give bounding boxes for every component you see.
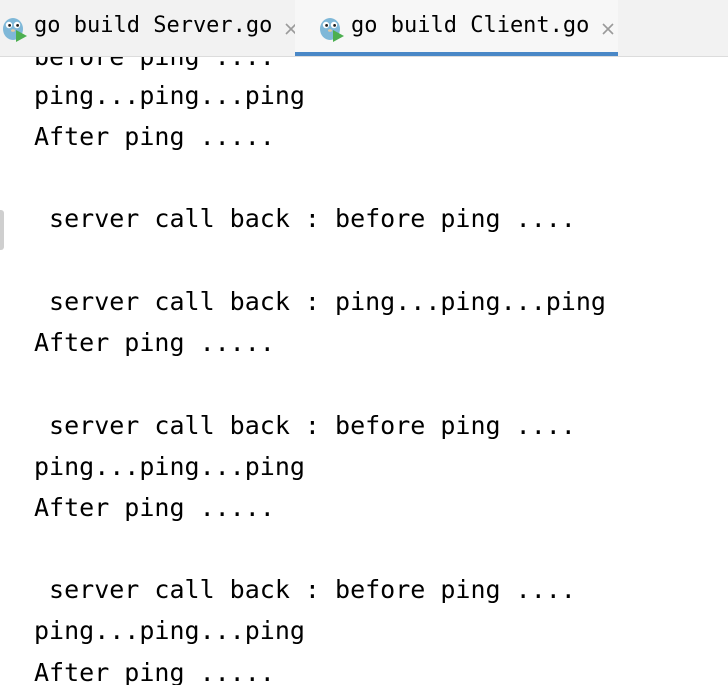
console-line: server call back : ping...ping...ping [34, 287, 606, 316]
console-output[interactable]: before ping .... ping...ping...ping Afte… [0, 57, 728, 685]
tab-client-label: go build Client.go [351, 13, 590, 38]
console-line: before ping .... [34, 57, 275, 77]
console-line: server call back : before ping .... [34, 204, 576, 233]
console-line: server call back : before ping .... [34, 411, 576, 440]
tab-server-label: go build Server.go [34, 13, 273, 38]
console-line: After ping ..... [34, 493, 275, 522]
console-line: ping...ping...ping [34, 81, 305, 110]
tab-server-run[interactable]: go build Server.go [0, 0, 297, 56]
console-line: After ping ..... [34, 658, 275, 685]
console-line: After ping ..... [34, 122, 275, 151]
gopher-run-icon [3, 18, 27, 42]
tab-client-run[interactable]: go build Client.go [295, 0, 618, 56]
console-line: ping...ping...ping [34, 616, 305, 645]
console-line: server call back : before ping .... [34, 575, 576, 604]
run-tab-bar: go build Server.go go build Client.go [0, 0, 728, 57]
console-line: ping...ping...ping [34, 452, 305, 481]
close-icon[interactable] [601, 22, 615, 36]
scroll-marker [0, 210, 4, 250]
gopher-run-icon [320, 18, 344, 42]
console-line: After ping ..... [34, 328, 275, 357]
